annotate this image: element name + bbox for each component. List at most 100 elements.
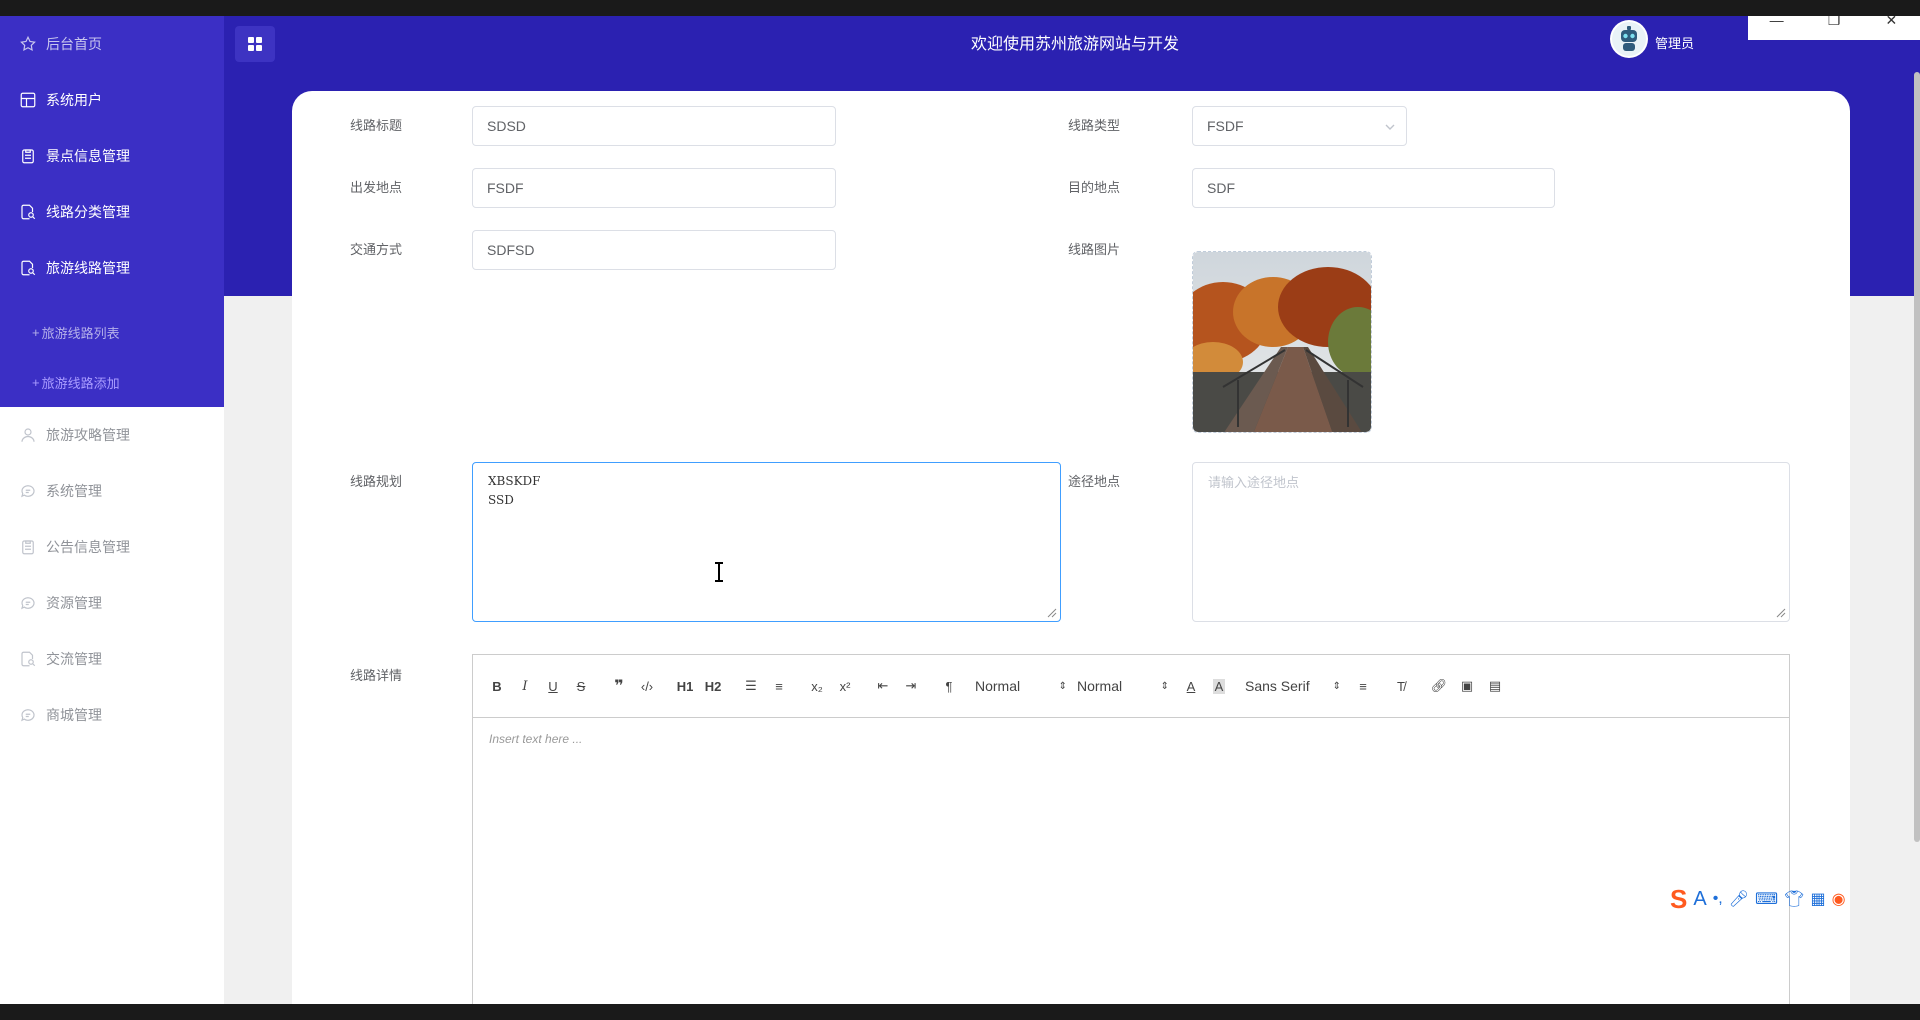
link-button[interactable]: 🔗︎: [1427, 674, 1451, 698]
route-type-label: 线路类型: [1067, 118, 1120, 133]
route-plan-textarea[interactable]: XBSKDF SSD: [472, 462, 1061, 622]
bold-icon: B: [492, 678, 502, 694]
updown-icon: ⇕: [1332, 680, 1341, 692]
sidebar-item-home[interactable]: 后台首页: [0, 16, 224, 72]
route-plan-value: XBSKDF SSD: [488, 474, 541, 507]
outdent-icon: ⇤: [877, 678, 889, 693]
minimize-button[interactable]: —: [1748, 16, 1805, 40]
sidebar-item-users[interactable]: 系统用户: [0, 72, 224, 128]
waypoints-textarea[interactable]: 请输入途径地点: [1192, 462, 1790, 622]
chat-icon: [18, 481, 38, 501]
route-type-select[interactable]: FSDF: [1192, 106, 1407, 146]
quote-icon: ❞: [614, 678, 624, 695]
avatar[interactable]: [1610, 20, 1648, 58]
route-image-preview: [1193, 252, 1371, 432]
sidebar-item-system[interactable]: 系统管理: [0, 463, 224, 519]
keyboard-icon[interactable]: ⌨: [1755, 889, 1778, 909]
transport-input[interactable]: SDFSD: [472, 230, 836, 270]
route-image-upload[interactable]: [1192, 251, 1372, 433]
font-mode-icon[interactable]: A: [1693, 888, 1706, 911]
sidebar-item-exchange[interactable]: 交流管理: [0, 631, 224, 687]
microphone-icon[interactable]: 🎤︎: [1729, 889, 1749, 909]
text-size-select[interactable]: Normal ⇕: [1077, 678, 1169, 694]
sidebar-item-notices[interactable]: 公告信息管理: [0, 519, 224, 575]
sidebar-subitem-route-add[interactable]: + 旅游线路添加: [0, 362, 224, 402]
sidebar-item-route-management[interactable]: 旅游线路管理: [0, 240, 224, 296]
sidebar-item-mall[interactable]: 商城管理: [0, 687, 224, 743]
departure-input[interactable]: FSDF: [472, 168, 836, 208]
waypoints-label: 途径地点: [1067, 474, 1120, 489]
route-title-value: SDSD: [487, 118, 526, 134]
strike-button[interactable]: S: [569, 674, 593, 698]
route-type-value: FSDF: [1207, 118, 1244, 134]
sidebar-item-label: 商城管理: [46, 707, 102, 723]
clean-format-button[interactable]: T̸: [1389, 674, 1413, 698]
departure-value: FSDF: [487, 180, 524, 196]
route-title-input[interactable]: SDSD: [472, 106, 836, 146]
background-color-button[interactable]: A: [1207, 674, 1231, 698]
sidebar-item-route-category[interactable]: 线路分类管理: [0, 184, 224, 240]
ordered-list-icon: ☰: [745, 678, 757, 693]
direction-button[interactable]: ¶: [937, 674, 961, 698]
plus-icon: +: [32, 374, 40, 390]
text-color-icon: A: [1186, 678, 1196, 694]
sidebar-item-label: 旅游线路管理: [46, 260, 130, 276]
outdent-button[interactable]: ⇤: [871, 674, 895, 698]
star-icon: [18, 34, 38, 54]
transport-value: SDFSD: [487, 242, 535, 258]
italic-icon: I: [522, 678, 528, 694]
blockquote-button[interactable]: ❞: [607, 674, 631, 698]
strike-icon: S: [576, 678, 586, 694]
sidebar-item-guides[interactable]: 旅游攻略管理: [0, 407, 224, 463]
bullet-list-icon: ≡: [775, 678, 783, 694]
doc-search-icon: [18, 649, 38, 669]
indent-button[interactable]: ⇥: [899, 674, 923, 698]
ordered-list-button[interactable]: ☰: [739, 674, 763, 698]
sidebar-item-label: 系统管理: [46, 483, 102, 499]
chevron-down-icon: [1385, 124, 1395, 130]
grid-icon: [18, 90, 38, 110]
h2-button[interactable]: H2: [701, 674, 725, 698]
video-button[interactable]: ▤: [1483, 674, 1507, 698]
destination-value: SDF: [1207, 180, 1235, 196]
sidebar: 后台首页 系统用户 景点信息管理 线路分类管理 旅游线路管理 + 旅游线路列表 …: [0, 16, 224, 1004]
close-button[interactable]: ✕: [1863, 16, 1920, 40]
align-button[interactable]: ≡: [1351, 674, 1375, 698]
destination-input[interactable]: SDF: [1192, 168, 1555, 208]
app: 后台首页 系统用户 景点信息管理 线路分类管理 旅游线路管理 + 旅游线路列表 …: [0, 16, 1920, 1004]
sidebar-item-label: 旅游攻略管理: [46, 427, 130, 443]
subscript-icon: x₂: [811, 678, 823, 694]
image-button[interactable]: ▣: [1455, 674, 1479, 698]
superscript-button[interactable]: x²: [833, 674, 857, 698]
h1-button[interactable]: H1: [673, 674, 697, 698]
skin-icon[interactable]: 👕︎: [1784, 889, 1804, 909]
code-button[interactable]: ‹/›: [635, 674, 659, 698]
sogou-logo-icon[interactable]: S: [1670, 884, 1687, 915]
header-size-value: Normal: [975, 678, 1021, 694]
underline-button[interactable]: U: [541, 674, 565, 698]
text-cursor-icon: [715, 562, 723, 582]
toolbox-icon[interactable]: ▦: [1810, 889, 1825, 909]
scrollbar[interactable]: [1914, 72, 1920, 842]
menu-toggle-button[interactable]: [235, 26, 275, 62]
restore-button[interactable]: ❐: [1805, 16, 1862, 40]
resize-handle-icon[interactable]: [1776, 608, 1786, 618]
bullet-list-button[interactable]: ≡: [767, 674, 791, 698]
clear-format-icon: T̸: [1397, 678, 1405, 694]
sidebar-subitem-route-list[interactable]: + 旅游线路列表: [0, 312, 224, 352]
sidebar-item-scenic[interactable]: 景点信息管理: [0, 128, 224, 184]
bold-button[interactable]: B: [485, 674, 509, 698]
font-select[interactable]: Sans Serif ⇕: [1245, 678, 1341, 694]
italic-button[interactable]: I: [513, 674, 537, 698]
sidebar-item-resources[interactable]: 资源管理: [0, 575, 224, 631]
punctuation-icon[interactable]: •,: [1713, 890, 1723, 908]
resize-handle-icon[interactable]: [1047, 608, 1057, 618]
ime-settings-icon[interactable]: ◉: [1832, 889, 1846, 909]
text-color-button[interactable]: A: [1179, 674, 1203, 698]
editor-content[interactable]: Insert text here ...: [473, 718, 1789, 760]
header-size-select[interactable]: Normal ⇕: [975, 678, 1067, 694]
align-left-icon: ≡: [1359, 678, 1367, 694]
user-name[interactable]: 管理员: [1655, 33, 1694, 52]
robot-avatar-icon: [1612, 22, 1646, 56]
subscript-button[interactable]: x₂: [805, 674, 829, 698]
